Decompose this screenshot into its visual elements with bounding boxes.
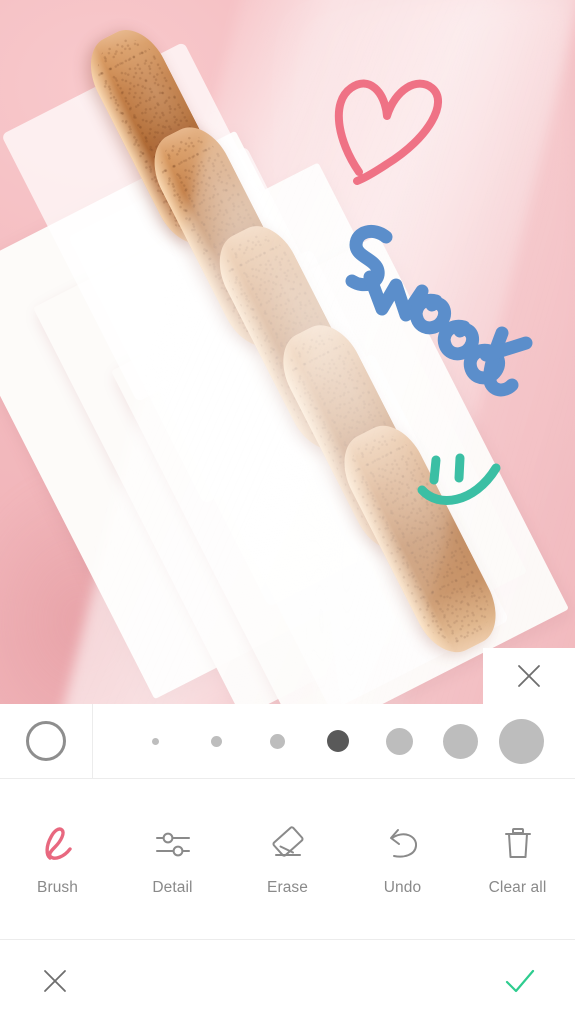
brush-size-dot [269, 733, 285, 749]
tool-clear-all[interactable]: Clear all [460, 780, 575, 940]
brush-size-dot [442, 723, 478, 759]
brush-size-option-4[interactable] [312, 710, 364, 772]
brush-size-row [0, 703, 575, 779]
eraser-icon [267, 823, 309, 865]
brush-size-options [93, 704, 575, 779]
tool-erase[interactable]: Erase [230, 780, 345, 940]
action-bar [0, 941, 575, 1021]
brush-size-option-3[interactable] [251, 710, 303, 772]
brush-size-option-1[interactable] [129, 710, 181, 772]
close-icon [518, 665, 540, 687]
close-doodle-panel-button[interactable] [483, 648, 575, 704]
tool-label-undo: Undo [383, 878, 422, 896]
brush-icon [37, 823, 79, 865]
brush-size-option-5[interactable] [373, 710, 425, 772]
cancel-button[interactable] [28, 954, 82, 1008]
tool-brush[interactable]: Brush [0, 780, 115, 940]
tool-label-brush: Brush [37, 878, 78, 896]
brush-size-dot [385, 727, 413, 755]
brush-size-option-6[interactable] [434, 710, 486, 772]
undo-icon [382, 823, 424, 865]
brush-size-preview-circle-icon [26, 721, 66, 761]
brush-size-dot [210, 735, 222, 747]
check-icon [505, 969, 535, 993]
tool-label-clear-all: Clear all [488, 878, 547, 896]
tools-row: Brush Detail Erase Undo Clear all [0, 780, 575, 940]
brush-size-option-2[interactable] [190, 710, 242, 772]
heart-doodle [334, 79, 442, 185]
brush-size-dot [498, 718, 544, 764]
draw-editor-screen: Brush Detail Erase Undo Clear all [0, 0, 575, 1021]
tool-label-detail: Detail [152, 878, 193, 896]
tool-undo[interactable]: Undo [345, 780, 460, 940]
tool-detail[interactable]: Detail [115, 780, 230, 940]
sliders-icon [152, 823, 194, 865]
sweet-text-doodle [345, 224, 533, 397]
brush-size-preview[interactable] [0, 703, 93, 779]
photo-canvas[interactable] [0, 0, 575, 704]
close-icon [44, 970, 66, 992]
trash-icon [497, 823, 539, 865]
confirm-button[interactable] [493, 954, 547, 1008]
brush-size-dot-selected [327, 730, 349, 752]
brush-size-option-7[interactable] [495, 710, 547, 772]
doodle-layer [0, 0, 575, 704]
smiley-doodle [417, 453, 501, 505]
brush-size-dot [151, 737, 159, 745]
tool-label-erase: Erase [267, 878, 308, 896]
